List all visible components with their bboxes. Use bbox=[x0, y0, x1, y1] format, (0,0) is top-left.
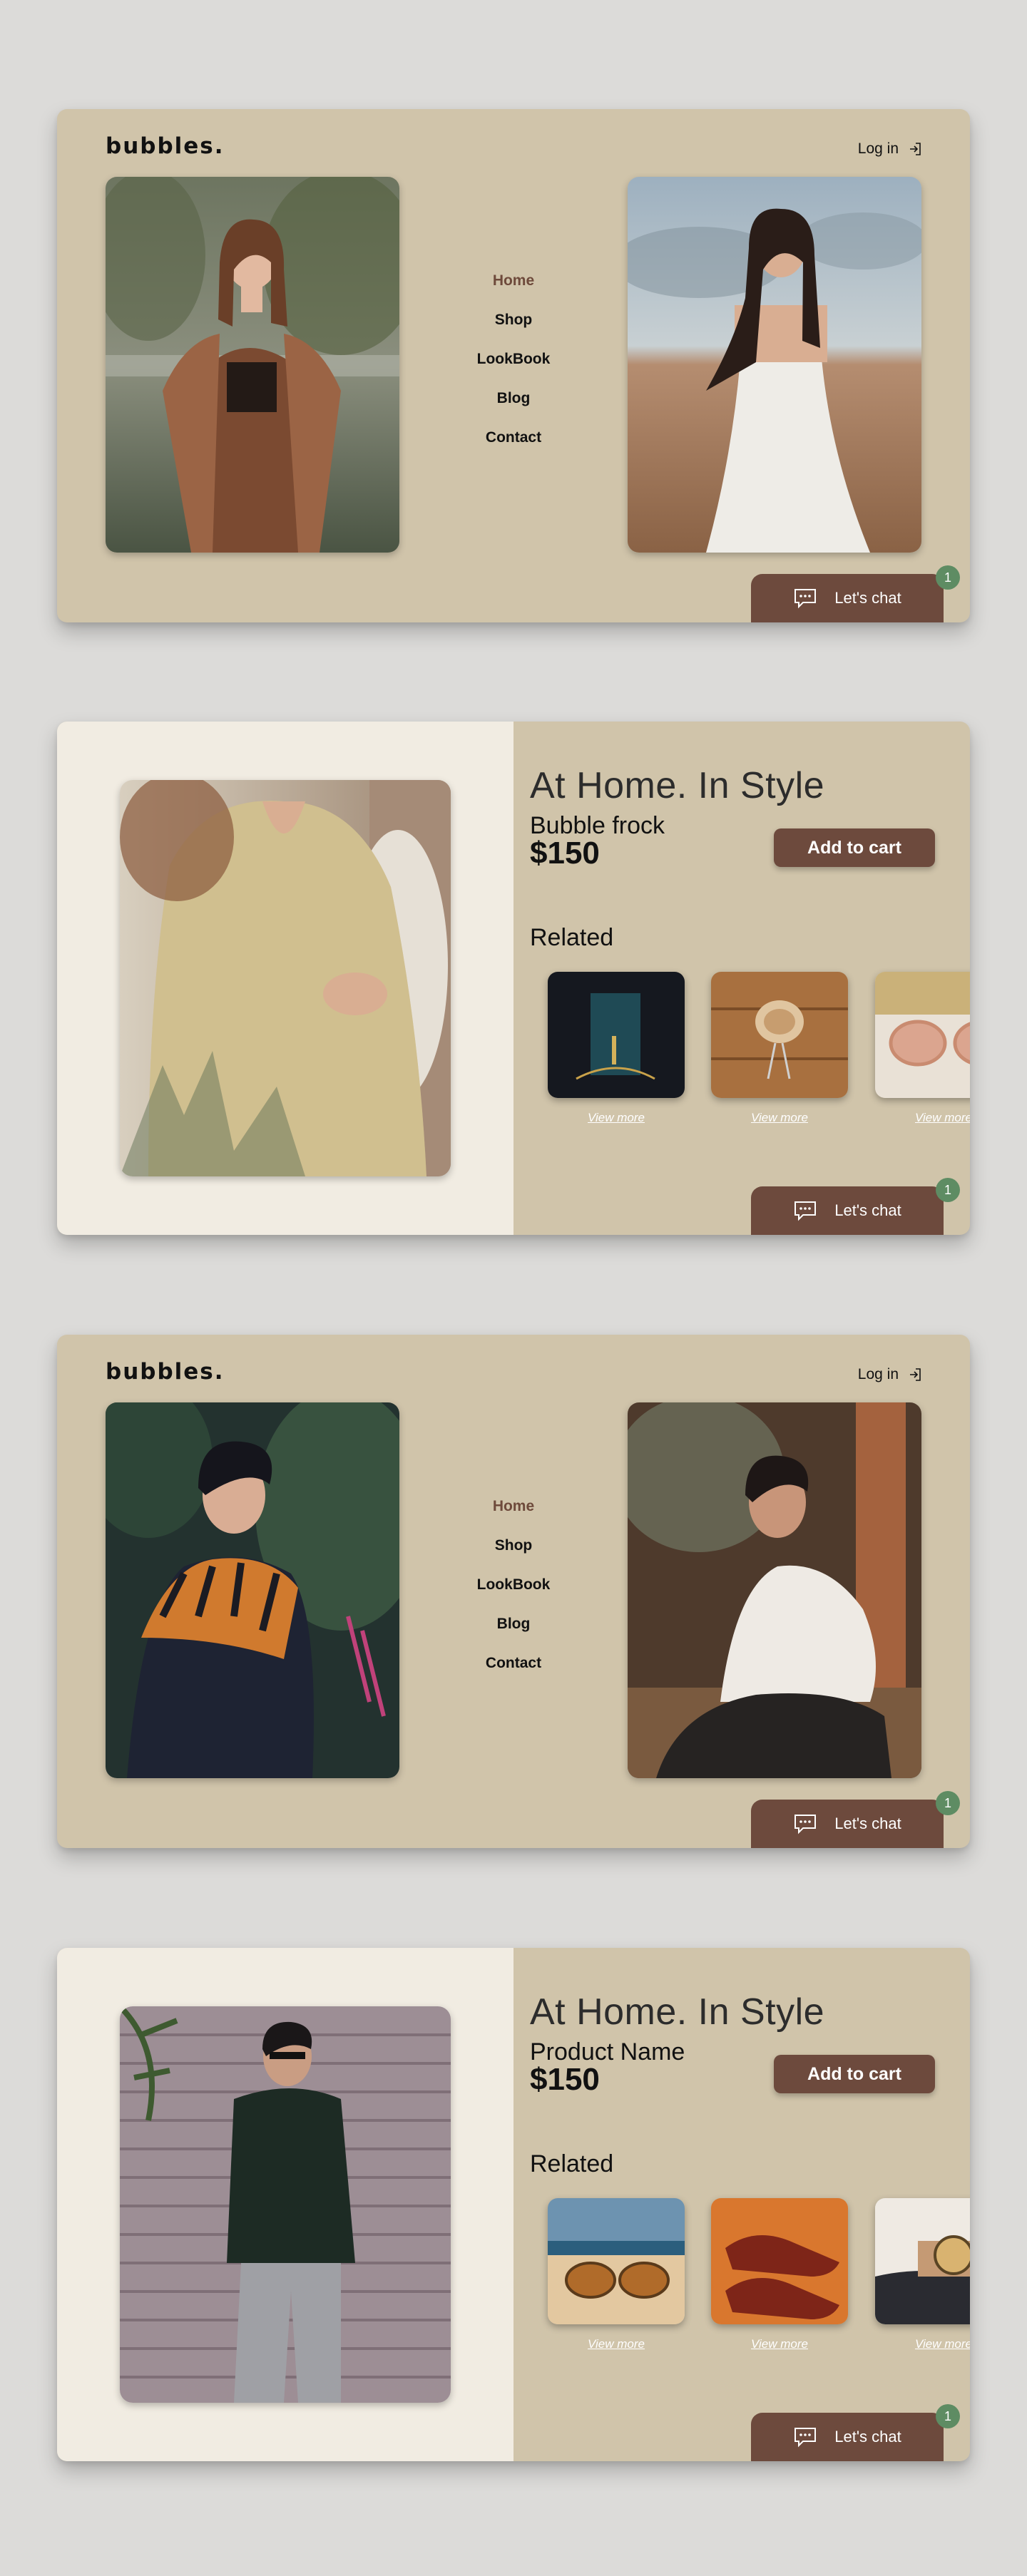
login-button[interactable]: Log in bbox=[858, 1366, 921, 1383]
menu-item-blog[interactable]: Blog bbox=[497, 391, 531, 406]
lets-chat-button[interactable]: Let's chat bbox=[751, 1800, 944, 1848]
logo[interactable]: bubbles. bbox=[106, 1359, 225, 1385]
product-photo-man-turtleneck[interactable] bbox=[120, 2006, 451, 2403]
chat-bubble-icon bbox=[794, 2428, 817, 2448]
login-label: Log in bbox=[857, 140, 899, 157]
product-screen-1: At Home. In Style Bubble frock $150 Add … bbox=[57, 722, 970, 1235]
model-photo-woman-brown-suit[interactable] bbox=[106, 177, 399, 553]
menu-item-contact[interactable]: Contact bbox=[486, 430, 541, 446]
model-photo-man-white-shirt[interactable] bbox=[628, 1402, 921, 1778]
add-to-cart-button[interactable]: Add to cart bbox=[774, 2055, 935, 2093]
menu-item-shop[interactable]: Shop bbox=[495, 1538, 533, 1554]
login-icon bbox=[910, 143, 921, 155]
model-photo-man-striped-shirt[interactable] bbox=[106, 1402, 399, 1778]
main-menu: Home Shop LookBook Blog Contact bbox=[442, 1499, 585, 1671]
menu-item-shop[interactable]: Shop bbox=[495, 312, 533, 328]
chat-notification-badge: 1 bbox=[936, 1178, 960, 1202]
product-photo-bubble-frock[interactable] bbox=[120, 780, 451, 1176]
home-screen-1: bubbles. Log in Home Shop LookBook Blog … bbox=[57, 109, 970, 622]
home-screen-2: bubbles. Log in Home Shop LookBook Blog … bbox=[57, 1335, 970, 1848]
view-more-link[interactable]: View more bbox=[875, 1111, 970, 1125]
add-to-cart-button[interactable]: Add to cart bbox=[774, 828, 935, 867]
view-more-link[interactable]: View more bbox=[875, 2337, 970, 2351]
chat-notification-badge: 1 bbox=[936, 565, 960, 590]
main-menu: Home Shop LookBook Blog Contact bbox=[442, 273, 585, 446]
chat-bubble-icon bbox=[794, 1815, 817, 1834]
model-photo-woman-white-dress[interactable] bbox=[628, 177, 921, 553]
login-label: Log in bbox=[857, 1366, 899, 1382]
lets-chat-button[interactable]: Let's chat bbox=[751, 1186, 944, 1235]
product-price: $150 bbox=[530, 2062, 600, 2097]
view-more-link[interactable]: View more bbox=[548, 2337, 685, 2351]
menu-item-home[interactable]: Home bbox=[493, 1499, 534, 1514]
view-more-link[interactable]: View more bbox=[711, 1111, 848, 1125]
product-price: $150 bbox=[530, 836, 600, 871]
view-more-link[interactable]: View more bbox=[711, 2337, 848, 2351]
view-more-link[interactable]: View more bbox=[548, 1111, 685, 1125]
chat-bubble-icon bbox=[794, 1201, 817, 1221]
menu-item-blog[interactable]: Blog bbox=[497, 1616, 531, 1632]
lets-chat-label: Let's chat bbox=[834, 2428, 901, 2446]
lets-chat-label: Let's chat bbox=[834, 589, 901, 607]
related-item-sunglasses[interactable] bbox=[875, 972, 970, 1098]
chat-notification-badge: 1 bbox=[936, 1791, 960, 1815]
menu-item-lookbook[interactable]: LookBook bbox=[477, 1577, 551, 1593]
lets-chat-label: Let's chat bbox=[834, 1815, 901, 1832]
menu-item-lookbook[interactable]: LookBook bbox=[477, 351, 551, 367]
collection-headline: At Home. In Style bbox=[530, 1991, 825, 2033]
login-icon bbox=[910, 1368, 921, 1381]
chat-notification-badge: 1 bbox=[936, 2404, 960, 2428]
related-item-sunglasses-beach[interactable] bbox=[548, 2198, 685, 2324]
related-item-wristwatch[interactable] bbox=[875, 2198, 970, 2324]
related-item-leather-boots[interactable] bbox=[711, 2198, 848, 2324]
logo[interactable]: bubbles. bbox=[106, 133, 225, 159]
lets-chat-button[interactable]: Let's chat bbox=[751, 2413, 944, 2461]
menu-item-contact[interactable]: Contact bbox=[486, 1656, 541, 1671]
login-button[interactable]: Log in bbox=[858, 140, 921, 158]
related-item-wood-keychain[interactable] bbox=[711, 972, 848, 1098]
product-screen-2: At Home. In Style Product Name $150 Add … bbox=[57, 1948, 970, 2461]
related-item-necklace[interactable] bbox=[548, 972, 685, 1098]
lets-chat-label: Let's chat bbox=[834, 1201, 901, 1219]
chat-bubble-icon bbox=[794, 589, 817, 609]
related-heading: Related bbox=[530, 924, 614, 951]
collection-headline: At Home. In Style bbox=[530, 765, 825, 806]
related-heading: Related bbox=[530, 2150, 614, 2177]
menu-item-home[interactable]: Home bbox=[493, 273, 534, 289]
lets-chat-button[interactable]: Let's chat bbox=[751, 574, 944, 622]
